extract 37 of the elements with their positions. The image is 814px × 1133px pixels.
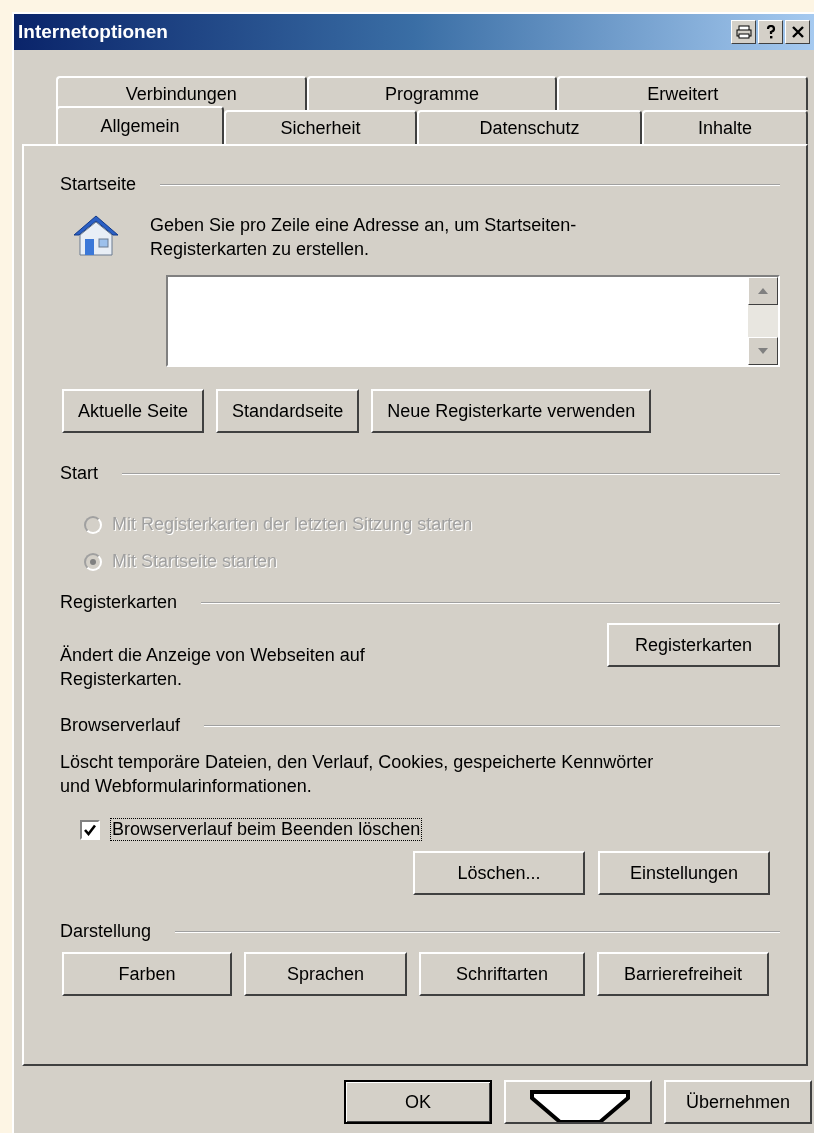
section-heading: Darstellung bbox=[60, 921, 152, 942]
dialog-button[interactable]: Barrierefreiheit bbox=[597, 952, 769, 996]
checkbox[interactable] bbox=[80, 819, 100, 840]
dialog-button[interactable]: Farben bbox=[62, 952, 232, 996]
scroll-up-icon[interactable] bbox=[748, 277, 778, 305]
tab[interactable]: Erweitert bbox=[557, 76, 808, 110]
dialog-button[interactable]: Einstellungen bbox=[598, 851, 770, 895]
dialog-button[interactable]: Standardseite bbox=[216, 389, 360, 433]
section-heading: Browserverlauf bbox=[60, 715, 181, 736]
tab[interactable]: Verbindungen bbox=[56, 76, 307, 110]
scroll-down-icon[interactable] bbox=[748, 337, 778, 365]
section-heading: Registerkarten bbox=[60, 592, 178, 613]
dialog-button[interactable]: Registerkarten bbox=[607, 623, 780, 667]
description-text: Geben Sie pro Zeile eine Adresse an, um Startseiten-Registerkarten zu erstellen. bbox=[150, 214, 578, 261]
dialog-button[interactable] bbox=[504, 1080, 652, 1124]
dialog-button[interactable]: Sprachen bbox=[244, 952, 407, 996]
ok-button[interactable]: OK bbox=[344, 1080, 492, 1124]
dialog-button[interactable]: Schriftarten bbox=[419, 952, 585, 996]
tab[interactable]: Datenschutz bbox=[417, 110, 642, 144]
address-field[interactable] bbox=[166, 275, 780, 367]
dialog-button[interactable]: Übernehmen bbox=[664, 1080, 812, 1124]
dialog-button[interactable]: Aktuelle Seite bbox=[62, 389, 205, 433]
help-icon[interactable] bbox=[758, 20, 783, 44]
tab[interactable]: Sicherheit bbox=[224, 110, 417, 144]
tab[interactable]: Allgemein bbox=[56, 106, 224, 144]
dialog-button[interactable]: Löschen... bbox=[413, 851, 585, 895]
section-heading: Start bbox=[60, 463, 98, 484]
description-text: Löscht temporäre Dateien, den Verlauf, Cookies, gespeicherte Kennwörter und Webformularinformationen. bbox=[60, 751, 655, 798]
window-title: Internetoptionen bbox=[18, 21, 169, 43]
description-text: Ändert die Anzeige von Webseiten auf Registerkarten. bbox=[60, 644, 366, 691]
tab[interactable]: Programme bbox=[306, 76, 558, 110]
checkbox-label[interactable]: Browserverlauf beim Beenden löschen bbox=[110, 818, 423, 841]
tab[interactable]: Inhalte bbox=[642, 110, 808, 144]
close-icon[interactable] bbox=[785, 20, 810, 44]
printer-icon[interactable] bbox=[731, 20, 756, 44]
section-heading: Startseite bbox=[60, 174, 137, 195]
dialog-button[interactable]: Neue Registerkarte verwenden bbox=[371, 389, 652, 433]
